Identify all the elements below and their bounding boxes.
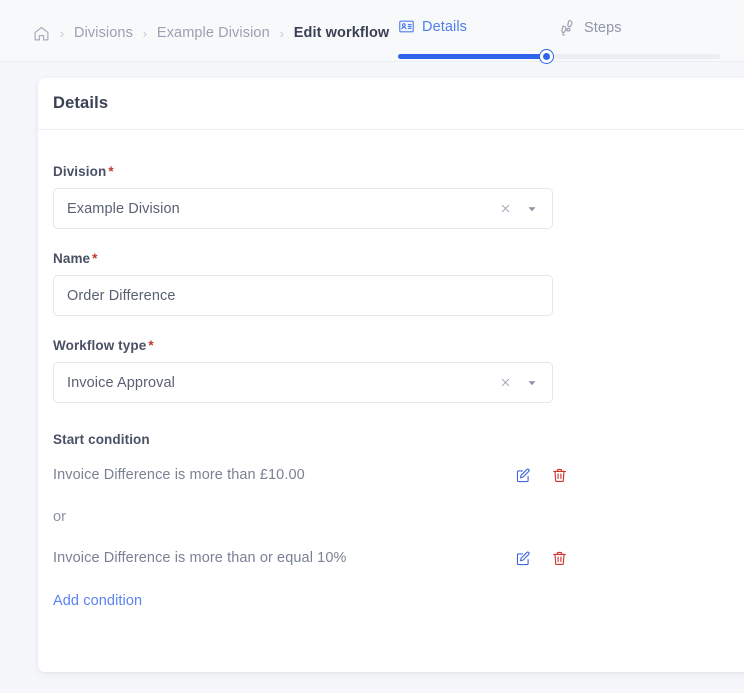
breadcrumb-separator: › <box>59 25 65 41</box>
breadcrumb-separator: › <box>142 25 148 41</box>
condition-row: Invoice Difference is more than £10.00 <box>53 464 569 486</box>
workflow-type-select-value: Invoice Approval <box>67 374 175 391</box>
division-select[interactable]: Example Division <box>53 188 553 229</box>
trash-icon[interactable] <box>549 465 569 485</box>
field-workflow-type-label-text: Workflow type <box>53 338 147 353</box>
footprints-icon <box>558 18 577 37</box>
tab-steps-label: Steps <box>584 19 622 36</box>
breadcrumb-item-divisions[interactable]: Divisions <box>74 25 133 41</box>
edit-pencil-icon[interactable] <box>513 548 533 568</box>
name-input-value: Order Difference <box>67 287 176 304</box>
home-icon[interactable] <box>32 24 50 42</box>
breadcrumb: › Divisions › Example Division › Edit wo… <box>0 0 389 42</box>
tab-steps[interactable]: Steps <box>558 18 622 37</box>
edit-pencil-icon[interactable] <box>513 465 533 485</box>
required-marker: * <box>92 251 98 266</box>
chevron-down-icon[interactable] <box>525 202 539 216</box>
name-input[interactable]: Order Difference <box>53 275 553 316</box>
close-icon[interactable] <box>498 376 512 390</box>
field-workflow-type: Workflow type * Invoice Approval <box>53 338 744 403</box>
division-select-value: Example Division <box>67 200 180 217</box>
workflow-type-select[interactable]: Invoice Approval <box>53 362 553 403</box>
card-header: Details <box>38 78 744 130</box>
condition-actions <box>513 548 569 568</box>
required-marker: * <box>108 164 114 179</box>
details-card: Details Division * Example Division Name… <box>38 78 744 672</box>
condition-joiner: or <box>53 509 67 525</box>
condition-text: Invoice Difference is more than or equal… <box>53 550 347 566</box>
field-name: Name * Order Difference <box>53 251 744 316</box>
close-icon[interactable] <box>498 202 512 216</box>
breadcrumb-item-example-division[interactable]: Example Division <box>157 25 270 41</box>
field-division: Division * Example Division <box>53 164 744 229</box>
trash-icon[interactable] <box>549 548 569 568</box>
tab-details[interactable]: Details <box>398 18 467 35</box>
stepper-progress-fill <box>398 54 547 59</box>
workflow-stepper: Details Steps <box>398 18 720 63</box>
condition-actions <box>513 465 569 485</box>
required-marker: * <box>148 338 154 353</box>
stepper-progress-knob[interactable] <box>539 50 553 63</box>
breadcrumb-item-edit-workflow: Edit workflow <box>293 25 390 41</box>
condition-text: Invoice Difference is more than £10.00 <box>53 467 305 483</box>
field-name-label-text: Name <box>53 251 91 266</box>
card-body: Division * Example Division Name * Order… <box>38 130 744 610</box>
field-division-label: Division * <box>53 164 744 179</box>
condition-row: Invoice Difference is more than or equal… <box>53 547 569 569</box>
add-condition-link[interactable]: Add condition <box>53 593 142 609</box>
stepper-progress-track[interactable] <box>398 50 720 63</box>
id-card-icon <box>398 18 415 35</box>
start-condition-section: Start condition Invoice Difference is mo… <box>53 432 744 610</box>
breadcrumb-separator: › <box>279 25 284 41</box>
top-bar: › Divisions › Example Division › Edit wo… <box>0 0 744 63</box>
tab-details-label: Details <box>422 18 468 35</box>
field-division-label-text: Division <box>53 164 107 179</box>
chevron-down-icon[interactable] <box>525 376 539 390</box>
field-name-label: Name * <box>53 251 744 266</box>
page-title: Details <box>53 94 109 112</box>
stepper-tabs: Details Steps <box>398 18 720 42</box>
field-workflow-type-label: Workflow type * <box>53 338 744 353</box>
start-condition-title: Start condition <box>53 432 150 447</box>
